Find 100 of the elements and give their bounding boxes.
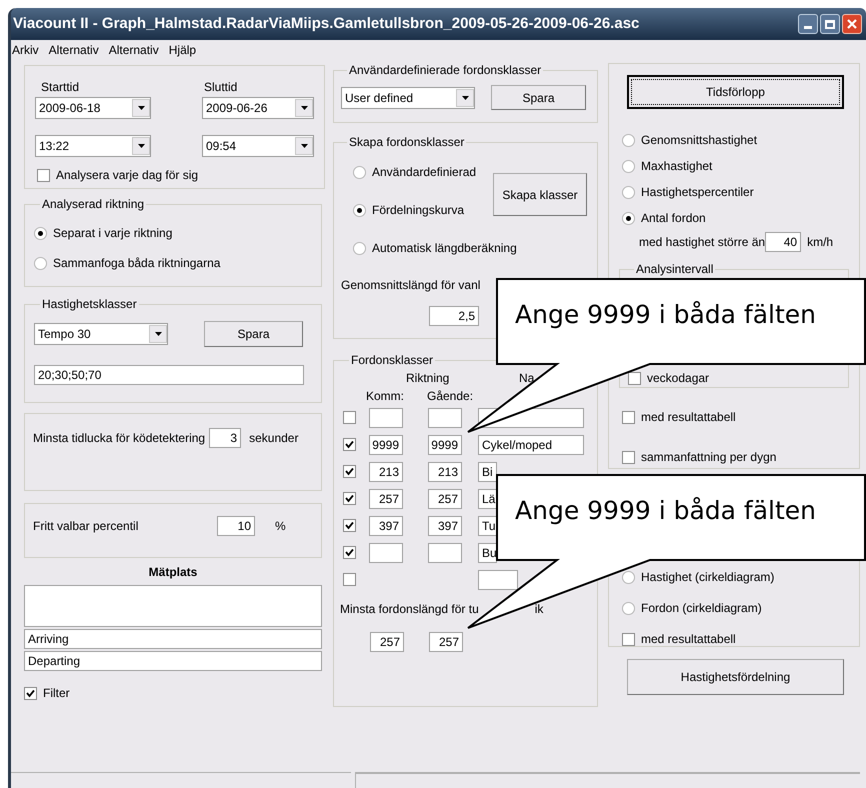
text-field[interactable]: 40 xyxy=(765,232,802,252)
menu-item[interactable]: Hjälp xyxy=(168,40,196,58)
checkbox[interactable] xyxy=(622,450,635,464)
text-field[interactable]: Lä xyxy=(478,488,497,508)
text-field[interactable]: 9999 xyxy=(428,434,462,454)
text-field[interactable]: 3 xyxy=(209,428,242,448)
checkbox[interactable] xyxy=(343,519,356,532)
text-field[interactable] xyxy=(369,408,403,428)
radio-label: Fördelningskurva xyxy=(372,202,464,219)
radio-button[interactable] xyxy=(622,134,635,146)
text-field[interactable]: Departing xyxy=(24,651,322,671)
field-label: Minsta tidlucka för ködetektering xyxy=(33,430,206,447)
unit-label: sekunder xyxy=(249,430,298,447)
radio-button[interactable] xyxy=(353,166,366,178)
text-field[interactable]: Tu xyxy=(478,516,497,536)
menu-item[interactable]: Alternativ xyxy=(48,40,99,58)
checkbox[interactable] xyxy=(628,372,641,384)
check-icon xyxy=(345,494,354,503)
menu-item[interactable]: Arkiv xyxy=(12,40,39,58)
text-field[interactable] xyxy=(428,408,462,428)
window-title: Viacount II - Graph_Halmstad.RadarViaMiips.Gamletullsbron_2009-05-26-2009-06-26.asc xyxy=(13,14,640,34)
dropdown[interactable]: User defined xyxy=(341,86,475,108)
text-field[interactable]: Cykel/moped xyxy=(478,434,584,454)
text-field[interactable]: 2,5 xyxy=(429,306,479,326)
check-icon xyxy=(345,467,354,476)
radio-button[interactable] xyxy=(34,256,47,270)
checkbox-label: sammanfattning per dygn xyxy=(641,449,776,466)
field-label: med hastighet större än xyxy=(639,234,766,251)
dropdown[interactable]: 2009-06-18 xyxy=(35,97,151,119)
push-button[interactable]: Spara xyxy=(204,321,303,347)
push-button[interactable]: Spara xyxy=(491,85,586,110)
dropdown[interactable]: 09:54 xyxy=(202,135,314,157)
checkbox[interactable] xyxy=(24,686,37,700)
check-icon xyxy=(345,548,354,557)
column-header: Komm: xyxy=(366,388,406,405)
checkbox[interactable] xyxy=(622,632,635,646)
radio-button[interactable] xyxy=(622,602,635,614)
radio-label: Antal fordon xyxy=(641,210,706,227)
radio-button[interactable] xyxy=(622,186,635,198)
checkbox[interactable] xyxy=(37,168,50,182)
check-icon xyxy=(345,521,354,530)
radio-button[interactable] xyxy=(34,226,47,240)
text-field[interactable] xyxy=(369,542,403,562)
text-field[interactable] xyxy=(428,542,462,562)
radio-label: Sammanfoga båda riktningarna xyxy=(53,255,220,272)
checkbox[interactable] xyxy=(343,492,356,505)
text-field[interactable]: 257 xyxy=(369,488,403,508)
group-title: Fordonsklasser xyxy=(350,352,434,369)
column-header: Riktning xyxy=(406,370,450,387)
radio-button[interactable] xyxy=(622,160,635,172)
dropdown[interactable]: 2009-06-26 xyxy=(202,97,314,119)
radio-button[interactable] xyxy=(622,570,635,584)
text-field[interactable]: 257 xyxy=(429,632,463,652)
radio-label: Användardefinierad xyxy=(372,164,476,181)
radio-button[interactable] xyxy=(622,212,635,224)
text-field[interactable]: 397 xyxy=(428,516,462,536)
text-field[interactable]: 10 xyxy=(217,516,255,536)
push-button[interactable]: Tidsförlopp xyxy=(627,75,844,109)
text-field[interactable]: 213 xyxy=(369,462,403,482)
radio-label: Hastighet (cirkeldiagram) xyxy=(641,569,774,586)
maximize-icon[interactable] xyxy=(820,14,840,34)
radio-button[interactable] xyxy=(353,242,366,254)
check-icon xyxy=(345,440,354,449)
text-field[interactable]: 257 xyxy=(428,488,462,508)
text-field[interactable]: 397 xyxy=(369,516,403,536)
field-label: Starttid xyxy=(40,79,80,96)
push-button[interactable]: Hastighetsfördelning xyxy=(627,659,844,695)
checkbox[interactable] xyxy=(622,410,635,424)
radio-label: Genomsnittshastighet xyxy=(641,132,758,149)
checkbox[interactable] xyxy=(343,411,356,424)
text-field[interactable]: Bu xyxy=(478,542,497,562)
text-area[interactable] xyxy=(24,585,322,627)
check-icon xyxy=(26,688,35,698)
text-field[interactable]: 9999 xyxy=(369,434,403,454)
text-field[interactable] xyxy=(478,570,518,590)
minimize-icon[interactable] xyxy=(798,14,818,34)
field-label: Minsta fordonslängd för tu xyxy=(340,601,479,618)
checkbox[interactable] xyxy=(343,438,356,451)
text-field[interactable]: Bi xyxy=(478,462,497,482)
radio-label: Separat i varje riktning xyxy=(53,225,172,242)
unit-label: km/h xyxy=(807,234,834,251)
radio-button[interactable] xyxy=(353,204,366,216)
text-field[interactable]: 257 xyxy=(370,632,404,652)
checkbox[interactable] xyxy=(343,573,356,586)
group-title: Analysintervall xyxy=(635,261,714,278)
push-button[interactable]: Skapa klasser xyxy=(493,173,587,216)
checkbox-label: med resultattabell xyxy=(641,631,736,648)
dropdown[interactable]: Tempo 30 xyxy=(34,323,168,345)
field-label: Fritt valbar percentil xyxy=(33,518,140,535)
radio-label: Automatisk längdberäkning xyxy=(372,240,517,257)
text-field[interactable]: Arriving xyxy=(24,629,322,649)
text-field[interactable]: 20;30;50;70 xyxy=(34,365,304,385)
menu-item[interactable]: Alternativ xyxy=(108,40,159,58)
unit-label: % xyxy=(275,518,286,535)
checkbox[interactable] xyxy=(343,465,356,478)
dropdown[interactable]: 13:22 xyxy=(35,135,151,157)
text-field[interactable]: 213 xyxy=(428,462,462,482)
checkbox[interactable] xyxy=(343,546,356,559)
close-icon[interactable] xyxy=(842,14,862,34)
section-title: Mätplats xyxy=(148,564,198,581)
